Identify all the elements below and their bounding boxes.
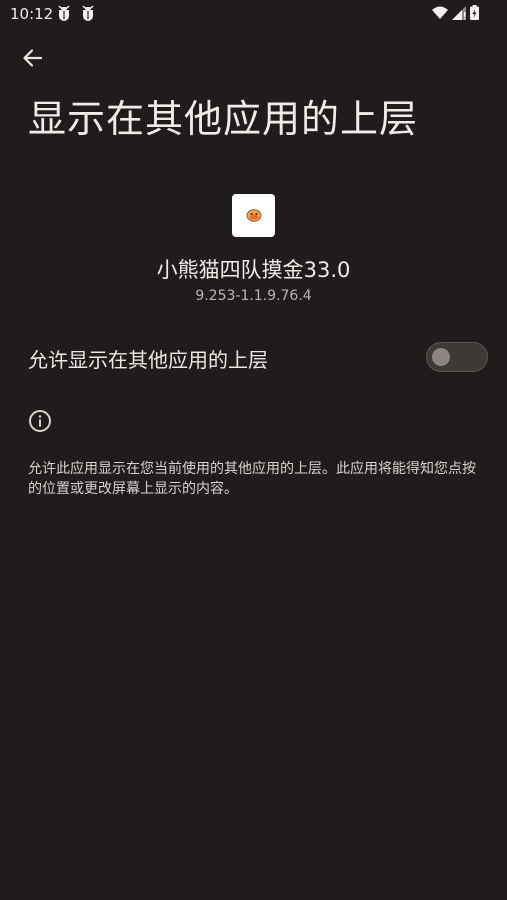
status-bar: 10:12 [0,0,507,28]
permission-toggle-row[interactable]: 允许显示在其他应用的上层 [0,330,507,386]
bug-icon [80,5,96,21]
switch-thumb [432,348,450,366]
app-icon [232,194,275,237]
permission-label: 允许显示在其他应用的上层 [28,348,268,372]
wifi-icon [432,5,448,24]
app-version: 9.253-1.1.9.76.4 [195,288,312,304]
status-time: 10:12 [10,5,54,23]
permission-description: 允许此应用显示在您当前使用的其他应用的上层。此应用将能得知您点按的位置或更改屏幕… [28,461,476,497]
page-title: 显示在其他应用的上层 [28,97,419,141]
bug-icon [56,5,72,21]
app-name: 小熊猫四队摸金33.0 [156,258,351,282]
arrow-left-icon [22,49,43,71]
signal-icon [452,5,466,24]
battery-icon [470,5,479,24]
info-icon [28,409,52,433]
back-button[interactable] [14,42,50,78]
permission-switch[interactable] [426,342,488,372]
